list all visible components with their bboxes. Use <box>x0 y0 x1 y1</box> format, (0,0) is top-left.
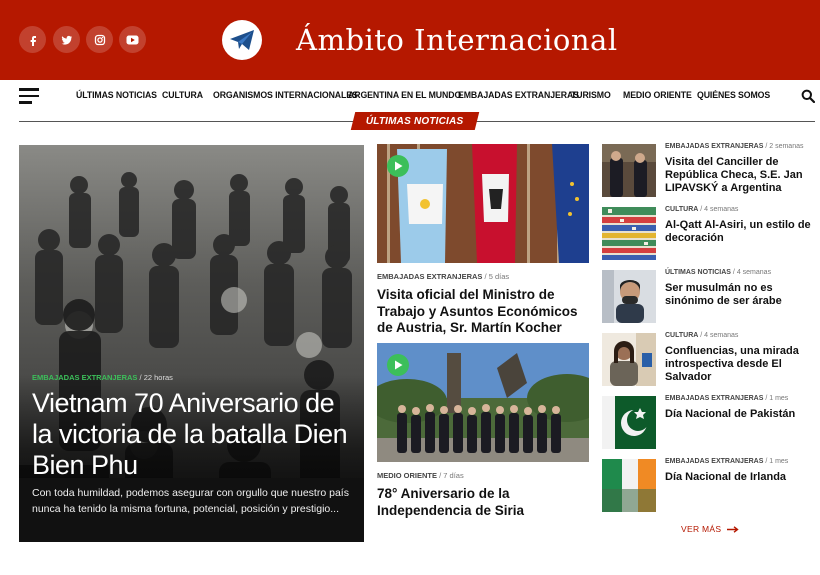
site-logo[interactable] <box>222 20 262 60</box>
sidebar-time: 2 semanas <box>769 143 804 150</box>
sidebar-thumbnail[interactable] <box>602 333 656 386</box>
hamburger-icon[interactable] <box>19 88 39 104</box>
featured-excerpt-text: Con toda humildad, podemos asegurar con … <box>32 487 349 515</box>
article-category[interactable]: EMBAJADAS EXTRANJERAS <box>377 272 482 281</box>
section-label-text: ÚLTIMAS NOTICIAS <box>366 115 464 127</box>
instagram-icon[interactable] <box>86 26 113 53</box>
nav-item-embajadas-extranjeras[interactable]: EMBAJADAS EXTRANJERAS <box>458 90 579 101</box>
article-image-austria[interactable] <box>377 144 589 263</box>
site-title[interactable]: Ámbito Internacional <box>296 20 618 60</box>
sidebar-meta: ÚLTIMAS NOTICIAS / 4 semanas <box>665 269 772 276</box>
featured-excerpt: Con toda humildad, podemos asegurar con … <box>19 478 364 542</box>
sidebar-title[interactable]: Ser musulmán no es sinónimo de ser árabe <box>665 282 815 308</box>
sidebar-category[interactable]: ÚLTIMAS NOTICIAS <box>665 269 731 276</box>
sidebar-time: 4 semanas <box>736 269 772 276</box>
article-title[interactable]: 78° Aniversario de la Independencia de S… <box>377 486 589 519</box>
sidebar-time: 4 semanas <box>704 332 739 339</box>
nav-item-ultimas-noticias[interactable]: ÚLTIMAS NOTICIAS <box>76 90 157 101</box>
sidebar-title[interactable]: Visita del Canciller de República Checa,… <box>665 156 815 195</box>
article-meta: MEDIO ORIENTE / 7 días <box>377 471 464 480</box>
youtube-icon[interactable] <box>119 26 146 53</box>
nav-item-cultura[interactable]: CULTURA <box>162 90 203 101</box>
article-image-siria[interactable] <box>377 343 589 462</box>
nav-item-turismo[interactable]: TURISMO <box>571 90 611 101</box>
sidebar-title[interactable]: Al-Qatt Al-Asiri, un estilo de decoració… <box>665 219 815 245</box>
sidebar-category[interactable]: EMBAJADAS EXTRANJERAS <box>665 143 763 150</box>
featured-meta: EMBAJADAS EXTRANJERAS / 22 horas <box>32 373 173 382</box>
twitter-icon[interactable] <box>53 26 80 53</box>
sidebar-title[interactable]: Confluencias, una mirada introspectiva d… <box>665 345 815 384</box>
sidebar-meta: EMBAJADAS EXTRANJERAS / 2 semanas <box>665 143 804 150</box>
sidebar-time: 1 mes <box>769 458 789 465</box>
article-category[interactable]: MEDIO ORIENTE <box>377 471 437 480</box>
sidebar-category[interactable]: CULTURA <box>665 206 698 213</box>
sidebar-thumbnail[interactable] <box>602 459 656 512</box>
featured-category[interactable]: EMBAJADAS EXTRANJERAS <box>32 373 137 382</box>
flags-image <box>377 144 589 263</box>
nav-item-quienes-somos[interactable]: QUIÉNES SOMOS <box>697 90 770 101</box>
paper-plane-icon <box>230 30 254 50</box>
search-icon[interactable] <box>801 89 815 103</box>
nav-item-medio-oriente[interactable]: MEDIO ORIENTE <box>623 90 692 101</box>
sidebar-category[interactable]: EMBAJADAS EXTRANJERAS <box>665 458 763 465</box>
sidebar-title[interactable]: Día Nacional de Pakistán <box>665 408 815 421</box>
play-icon[interactable] <box>387 354 409 376</box>
sidebar-thumbnail[interactable] <box>602 270 656 323</box>
group-photo-image <box>377 343 589 462</box>
article-meta: EMBAJADAS EXTRANJERAS / 5 días <box>377 272 510 281</box>
facebook-icon[interactable] <box>19 26 46 53</box>
sidebar-time: 4 semanas <box>704 206 739 213</box>
featured-time: 22 horas <box>143 373 173 382</box>
sidebar-thumbnail[interactable] <box>602 207 656 260</box>
play-icon[interactable] <box>387 155 409 177</box>
sidebar-meta: EMBAJADAS EXTRANJERAS / 1 mes <box>665 458 789 465</box>
sidebar-thumbnail[interactable] <box>602 396 656 449</box>
sidebar-category[interactable]: EMBAJADAS EXTRANJERAS <box>665 395 763 402</box>
sidebar-meta: EMBAJADAS EXTRANJERAS / 1 mes <box>665 395 789 402</box>
section-label: ÚLTIMAS NOTICIAS <box>350 112 480 130</box>
more-link-label: VER MÁS <box>681 524 722 534</box>
featured-title[interactable]: Vietnam 70 Aniversario de la victoria de… <box>32 388 354 481</box>
sidebar-category[interactable]: CULTURA <box>665 332 698 339</box>
sidebar-thumbnail[interactable] <box>602 144 656 197</box>
article-time: 7 días <box>443 471 464 480</box>
featured-article[interactable]: EMBAJADAS EXTRANJERAS / 22 horas Vietnam… <box>19 145 364 542</box>
sidebar-title[interactable]: Día Nacional de Irlanda <box>665 471 815 484</box>
sidebar-time: 1 mes <box>769 395 789 402</box>
article-time: 5 días <box>488 272 510 281</box>
nav-item-organismos-internacionales[interactable]: ORGANISMOS INTERNACIONALES <box>213 90 358 101</box>
article-title[interactable]: Visita oficial del Ministro de Trabajo y… <box>377 287 589 337</box>
nav-item-argentina-en-el-mundo[interactable]: ARGENTINA EN EL MUNDO <box>348 90 461 101</box>
more-link[interactable]: VER MÁS <box>681 524 739 534</box>
arrow-right-icon <box>727 526 739 534</box>
sidebar-meta: CULTURA / 4 semanas <box>665 206 739 213</box>
sidebar-meta: CULTURA / 4 semanas <box>665 332 739 339</box>
